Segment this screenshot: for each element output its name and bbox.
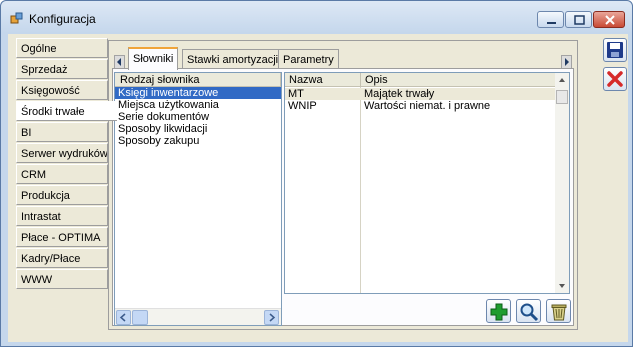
column-header-opis[interactable]: Opis <box>361 73 557 87</box>
maximize-button[interactable] <box>565 11 592 28</box>
window-title: Konfiguracja <box>29 12 96 26</box>
cell-nazwa: WNIP <box>288 100 317 112</box>
dictionary-grid[interactable]: Nazwa Opis MT Majątek trwały WNIP Wartoś… <box>284 72 570 294</box>
scroll-right-arrow[interactable] <box>264 310 279 325</box>
close-icon <box>607 71 623 87</box>
nav-item-ogolne[interactable]: Ogólne <box>16 38 108 58</box>
settings-panel: Słowniki Stawki amortyzacji Parametry Ro… <box>108 40 578 330</box>
cell-opis: Wartości niemat. i prawne <box>364 100 491 112</box>
nav-item-label: BI <box>21 127 32 139</box>
magnifier-icon <box>520 303 539 322</box>
chevron-up-icon[interactable] <box>555 73 569 87</box>
category-nav: Ogólne Sprzedaż Księgowość Środki trwałe… <box>16 38 117 290</box>
nav-item-label: Sprzedaż <box>21 64 68 76</box>
list-item[interactable]: Serie dokumentów <box>115 111 281 123</box>
nav-item-produkcja[interactable]: Produkcja <box>16 185 108 205</box>
tab-stawki-amortyzacji[interactable]: Stawki amortyzacji <box>182 49 284 69</box>
vertical-scrollbar[interactable] <box>555 73 569 293</box>
tab-label: Słowniki <box>133 53 174 65</box>
table-row[interactable]: WNIP Wartości niemat. i prawne <box>285 100 557 112</box>
add-button[interactable] <box>486 299 511 323</box>
column-divider <box>360 87 361 293</box>
nav-item-crm[interactable]: CRM <box>16 164 108 184</box>
nav-item-place-optima[interactable]: Płace - OPTIMA <box>16 227 108 247</box>
list-item[interactable]: Sposoby zakupu <box>115 135 281 147</box>
nav-item-intrastat[interactable]: Intrastat <box>16 206 108 226</box>
chevron-down-icon[interactable] <box>555 279 569 293</box>
window-content: Ogólne Sprzedaż Księgowość Środki trwałe… <box>8 34 628 342</box>
tab-parametry[interactable]: Parametry <box>278 49 339 69</box>
app-icon <box>10 11 24 25</box>
grid-header: Nazwa Opis <box>285 73 557 87</box>
tab-slowniki[interactable]: Słowniki <box>128 47 179 70</box>
nav-item-label: Ogólne <box>21 43 57 55</box>
nav-item-kadry-place[interactable]: Kadry/Płace <box>16 248 108 268</box>
nav-item-label: Intrastat <box>21 211 61 223</box>
nav-item-label: Produkcja <box>21 190 70 202</box>
save-icon <box>607 42 623 58</box>
minimize-button[interactable] <box>537 11 564 28</box>
nav-item-srodki-trwale[interactable]: Środki trwałe <box>16 101 117 121</box>
nav-item-www[interactable]: WWW <box>16 269 108 289</box>
tab-scroll-left-button[interactable] <box>114 55 125 69</box>
configuration-window: Konfiguracja Ogólne Sprzedaż Księgowość … <box>0 0 633 347</box>
column-header-nazwa[interactable]: Nazwa <box>285 73 361 87</box>
dictionary-type-list[interactable]: Rodzaj słownika Księgi inwentarzowe Miej… <box>114 72 282 326</box>
scroll-left-arrow[interactable] <box>116 310 131 325</box>
nav-item-label: CRM <box>21 169 47 181</box>
cell-nazwa: MT <box>288 88 304 100</box>
list-item[interactable]: Sposoby likwidacji <box>115 123 281 135</box>
chevron-left-icon <box>117 58 121 66</box>
scroll-thumb[interactable] <box>132 310 148 325</box>
close-button[interactable] <box>593 11 625 28</box>
tab-scroll-right-button[interactable] <box>561 55 572 69</box>
tab-label: Stawki amortyzacji <box>187 54 279 66</box>
chevron-right-icon <box>565 58 569 66</box>
trash-icon <box>551 304 567 321</box>
scroll-thumb[interactable] <box>556 90 568 104</box>
delete-button[interactable] <box>546 299 571 323</box>
nav-item-label: Płace - OPTIMA <box>21 232 101 244</box>
nav-item-label: WWW <box>21 274 53 286</box>
save-button[interactable] <box>603 38 627 62</box>
nav-item-bi[interactable]: BI <box>16 122 108 142</box>
nav-item-sprzedaz[interactable]: Sprzedaż <box>16 59 108 79</box>
nav-item-ksiegowosc[interactable]: Księgowość <box>16 80 108 100</box>
list-item[interactable]: Miejsca użytkowania <box>115 99 281 111</box>
plus-icon <box>490 303 508 321</box>
title-bar[interactable]: Konfiguracja <box>1 1 632 33</box>
horizontal-scrollbar[interactable] <box>115 308 281 325</box>
chevron-right-icon <box>269 313 276 322</box>
tab-body-slowniki: Rodzaj słownika Księgi inwentarzowe Miej… <box>112 68 574 326</box>
nav-item-label: Kadry/Płace <box>21 253 81 265</box>
nav-item-label: Środki trwałe <box>21 106 85 118</box>
nav-item-label: Księgowość <box>21 85 80 97</box>
cancel-button[interactable] <box>603 67 627 91</box>
list-item[interactable]: Księgi inwentarzowe <box>115 87 281 99</box>
tab-label: Parametry <box>283 54 334 66</box>
chevron-left-icon <box>119 313 126 322</box>
nav-item-serwer-wydrukow[interactable]: Serwer wydruków <box>16 143 108 163</box>
nav-item-label: Serwer wydruków <box>21 148 108 160</box>
cell-opis: Majątek trwały <box>364 88 435 100</box>
table-row[interactable]: MT Majątek trwały <box>285 88 557 100</box>
list-header[interactable]: Rodzaj słownika <box>115 73 281 87</box>
search-button[interactable] <box>516 299 541 323</box>
